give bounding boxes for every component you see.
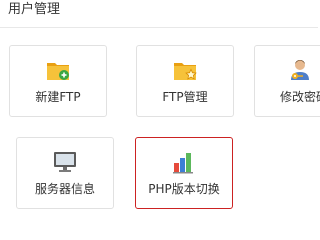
- tile-php-version-switch[interactable]: PHP版本切换: [135, 137, 233, 209]
- panel-title: 用户管理: [8, 2, 61, 17]
- tile-ftp-manage[interactable]: FTP管理: [136, 45, 234, 117]
- tile-label: FTP管理: [162, 90, 208, 104]
- tile-label: 服务器信息: [34, 182, 95, 196]
- tile-change-password[interactable]: 修改密码: [254, 45, 320, 117]
- bar-chart-icon: [170, 149, 198, 175]
- tile-new-ftp[interactable]: 新建FTP: [9, 45, 107, 117]
- user-key-icon: [286, 57, 314, 83]
- title-divider: [0, 27, 318, 28]
- tile-server-info[interactable]: 服务器信息: [16, 137, 114, 209]
- folder-star-icon: [171, 57, 199, 83]
- monitor-icon: [51, 149, 79, 175]
- folder-add-icon: [44, 57, 72, 83]
- tile-label: PHP版本切换: [148, 182, 220, 196]
- tile-label: 新建FTP: [35, 90, 81, 104]
- tile-label: 修改密码: [279, 90, 320, 104]
